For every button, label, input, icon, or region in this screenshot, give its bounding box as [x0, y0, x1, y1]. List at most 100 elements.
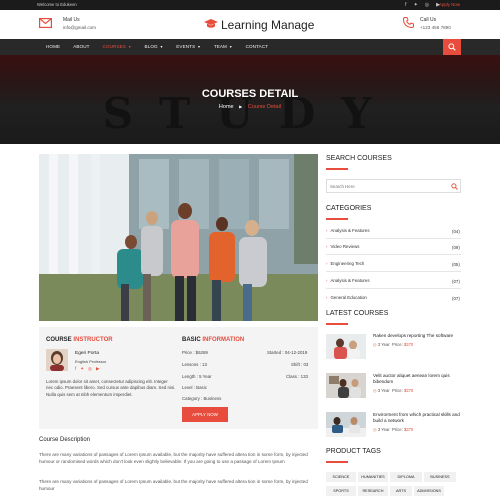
info-lessons: Lessons : 13 [182, 362, 207, 367]
instagram-icon[interactable]: ◎ [88, 366, 92, 372]
search-icon [448, 43, 456, 51]
breadcrumb-home[interactable]: Home [219, 104, 234, 110]
mail-value[interactable]: info@gmail.com [63, 25, 96, 30]
info-category: Category : Business [182, 396, 222, 401]
category-item[interactable]: › General Education [326, 295, 367, 300]
tag-sports[interactable]: SPORTS [326, 486, 356, 496]
info-shift: Shift : 03 [291, 362, 309, 367]
call-value[interactable]: +123 456 7890 [420, 25, 451, 30]
basic-info-heading: BASIC INFORMATION [182, 337, 245, 343]
instagram-icon[interactable]: ◎ [425, 2, 429, 8]
breadcrumb-current: Course Detail [247, 104, 282, 110]
category-item[interactable]: › Analysis & Features [326, 278, 370, 283]
course-thumbnail[interactable] [326, 412, 366, 437]
graduation-cap-icon [204, 19, 218, 31]
nav-item-team[interactable]: TEAM ▼ [214, 44, 233, 49]
tag-science[interactable]: SCIENCE [326, 472, 356, 482]
search-icon[interactable] [451, 183, 458, 190]
instructor-avatar [46, 349, 68, 371]
category-count: (04) [452, 229, 460, 234]
info-started: Started : 04-12-2019 [267, 350, 308, 355]
main-nav: HOME ABOUT COURSES ▼ BLOG ▼ EVENTS ▼ TEAM ▼ … [0, 39, 500, 55]
twitter-icon[interactable]: ✦ [414, 2, 418, 8]
category-count: (05) [452, 262, 460, 267]
info-level: Level : Basic [182, 385, 207, 390]
nav-item-courses[interactable]: COURSES ▼ [103, 44, 132, 49]
twitter-icon[interactable]: ✦ [80, 366, 84, 372]
breadcrumb-separator-icon: ▶ [239, 104, 243, 109]
clock-icon: ◷ [373, 388, 377, 393]
course-image [39, 154, 318, 321]
page-title: COURSES DETAIL [201, 88, 299, 100]
brand-name[interactable]: Learning Manage [221, 18, 314, 32]
category-count: (07) [452, 296, 460, 301]
latest-course-meta: ◷ 3 Year Price: $370 [373, 427, 414, 432]
chevron-down-icon: ▼ [159, 45, 164, 49]
facebook-icon[interactable]: f [405, 2, 406, 8]
chevron-right-icon: › [326, 278, 328, 283]
clock-icon: ◷ [373, 427, 377, 432]
tag-research[interactable]: RESEARCH [358, 486, 388, 496]
apply-now-link[interactable]: Apply Now [439, 2, 460, 7]
instructor-bio: Lorem ipsum dolor sit amet, consectetur … [46, 379, 176, 397]
mail-icon [39, 18, 53, 29]
apply-now-button[interactable]: APPLY NOW [182, 407, 228, 422]
categories-heading: CATEGORIES [326, 205, 372, 212]
chevron-down-icon: ▼ [127, 45, 132, 49]
category-item[interactable]: › Engineering Tech [326, 261, 364, 266]
tag-humanities[interactable]: HUMANITIES [358, 472, 388, 482]
category-item[interactable]: › Analysis & Features [326, 228, 370, 233]
social-links: f ✦ ◎ ▶ [405, 2, 440, 8]
heading-underline [326, 323, 348, 325]
clock-icon: ◷ [373, 342, 377, 347]
instructor-role: English Professor [75, 359, 107, 364]
youtube-icon[interactable]: ▶ [96, 366, 99, 372]
description-paragraph-1: There are many variations of passages of… [39, 452, 308, 464]
info-length: Length : 5 Year [182, 374, 212, 379]
tag-diploma[interactable]: DIPLOMA [390, 472, 422, 482]
welcome-text: Welcome to Edukeen [37, 2, 77, 7]
chevron-down-icon: ▼ [197, 45, 201, 49]
phone-icon [402, 17, 414, 30]
category-count: (07) [452, 279, 460, 284]
chevron-right-icon: › [326, 261, 328, 266]
top-bar: Welcome to Edukeen f ✦ ◎ ▶ Apply Now [0, 0, 500, 10]
chevron-right-icon: › [326, 295, 328, 300]
latest-course-title[interactable]: Raken develops reporting The software [373, 333, 463, 339]
category-count: (09) [452, 245, 460, 250]
instructor-name: Egeri Porta [75, 351, 99, 356]
latest-course-title[interactable]: Envirorment from which practical skills … [373, 412, 465, 424]
nav-search-button[interactable] [443, 39, 461, 55]
course-thumbnail[interactable] [326, 373, 366, 398]
nav-item-about[interactable]: ABOUT [73, 44, 89, 49]
chevron-right-icon: › [326, 244, 328, 249]
heading-underline [326, 168, 348, 170]
latest-course-meta: ◷ 3 Year Price: $370 [373, 388, 414, 393]
latest-course-title[interactable]: Velit auctor aliquet aenean lorem quis b… [373, 373, 463, 385]
nav-item-contact[interactable]: CONTACT [246, 44, 269, 49]
heading-underline [326, 461, 348, 463]
instructor-socials: f ✦ ◎ ▶ [75, 366, 99, 372]
search-courses-heading: SEARCH COURSES [326, 155, 392, 162]
latest-courses-heading: LATEST COURSES [326, 310, 389, 317]
breadcrumb: Home ▶ Course Detail [0, 104, 500, 110]
tag-business[interactable]: BUSINESS [424, 472, 456, 482]
chevron-right-icon: › [326, 228, 328, 233]
facebook-icon[interactable]: f [75, 366, 76, 372]
chevron-down-icon: ▼ [229, 45, 233, 49]
info-price: Price : $6269 [182, 350, 208, 355]
course-thumbnail[interactable] [326, 334, 366, 359]
page-hero: STUDY COURSES DETAIL Home ▶ Course Detai… [0, 55, 500, 144]
info-class: Class : 133 [286, 374, 308, 379]
product-tags-heading: PRODUCT TAGS [326, 448, 381, 455]
tag-admissions[interactable]: ADMISSIONS [414, 486, 444, 496]
sidebar-search-input[interactable] [327, 180, 437, 192]
call-label: Call Us [420, 17, 437, 23]
nav-item-events[interactable]: EVENTS ▼ [176, 44, 201, 49]
description-paragraph-2: There are many variations of passages of… [39, 479, 308, 491]
category-item[interactable]: › Video Reviews [326, 244, 359, 249]
nav-item-blog[interactable]: BLOG ▼ [145, 44, 164, 49]
tag-arts[interactable]: ARTS [390, 486, 412, 496]
nav-item-home[interactable]: HOME [46, 44, 60, 49]
latest-course-meta: ◷ 3 Year Price: $370 [373, 342, 414, 347]
